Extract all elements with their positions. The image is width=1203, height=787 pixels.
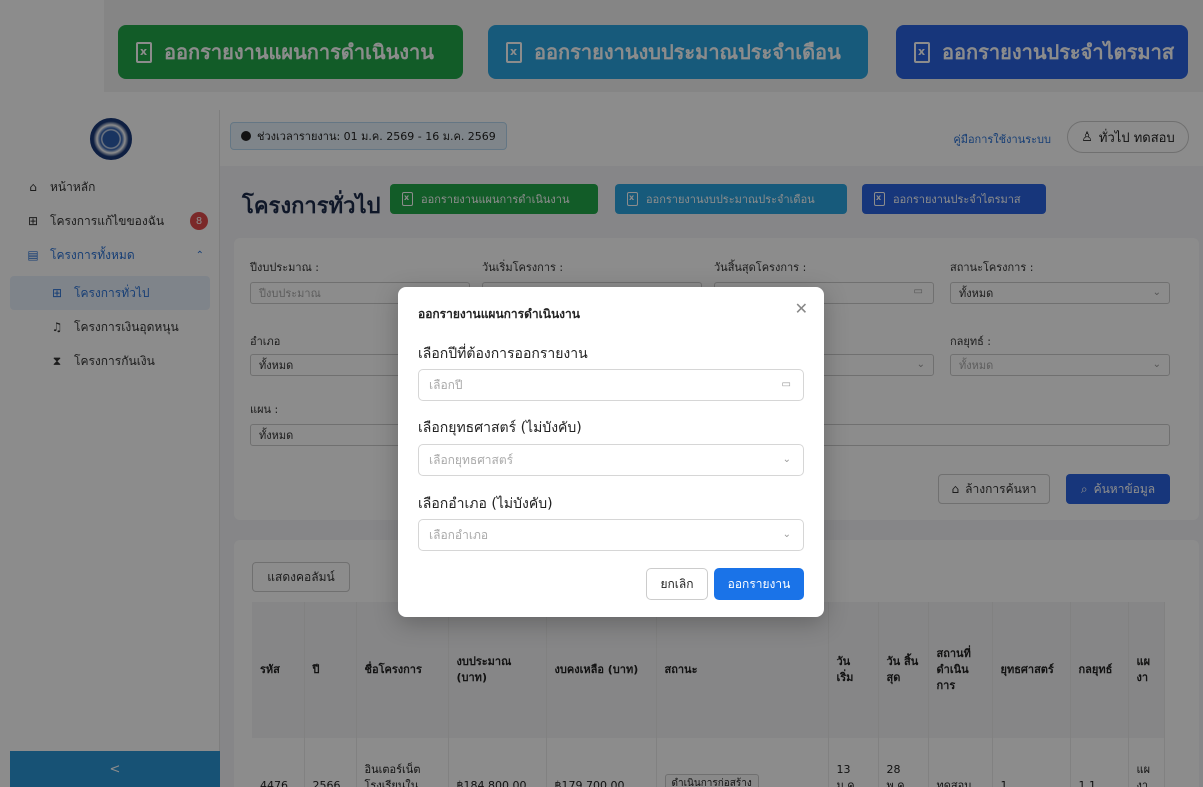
cancel-button[interactable]: ยกเลิก <box>646 568 708 600</box>
chevron-down-icon: ⌄ <box>782 454 791 465</box>
chevron-down-icon: ⌄ <box>782 529 791 540</box>
strategy-select[interactable]: เลือกยุทธศาสตร์ ⌄ <box>418 444 804 476</box>
export-plan-dialog: ออกรายงานแผนการดำเนินงาน ✕ เลือกปีที่ต้อ… <box>398 287 824 617</box>
district-label: เลือกอำเภอ (ไม่บังคับ) <box>418 496 553 512</box>
close-icon[interactable]: ✕ <box>795 299 808 318</box>
year-picker-input[interactable]: เลือกปี ▭ <box>418 369 804 401</box>
district-select[interactable]: เลือกอำเภอ ⌄ <box>418 519 804 551</box>
export-report-button[interactable]: ออกรายงาน <box>714 568 804 600</box>
calendar-icon: ▭ <box>781 379 791 390</box>
strategy-label: เลือกยุทธศาสตร์ (ไม่บังคับ) <box>418 420 582 436</box>
year-label: เลือกปีที่ต้องการออกรายงาน <box>418 346 588 362</box>
dialog-title: ออกรายงานแผนการดำเนินงาน <box>418 307 580 321</box>
